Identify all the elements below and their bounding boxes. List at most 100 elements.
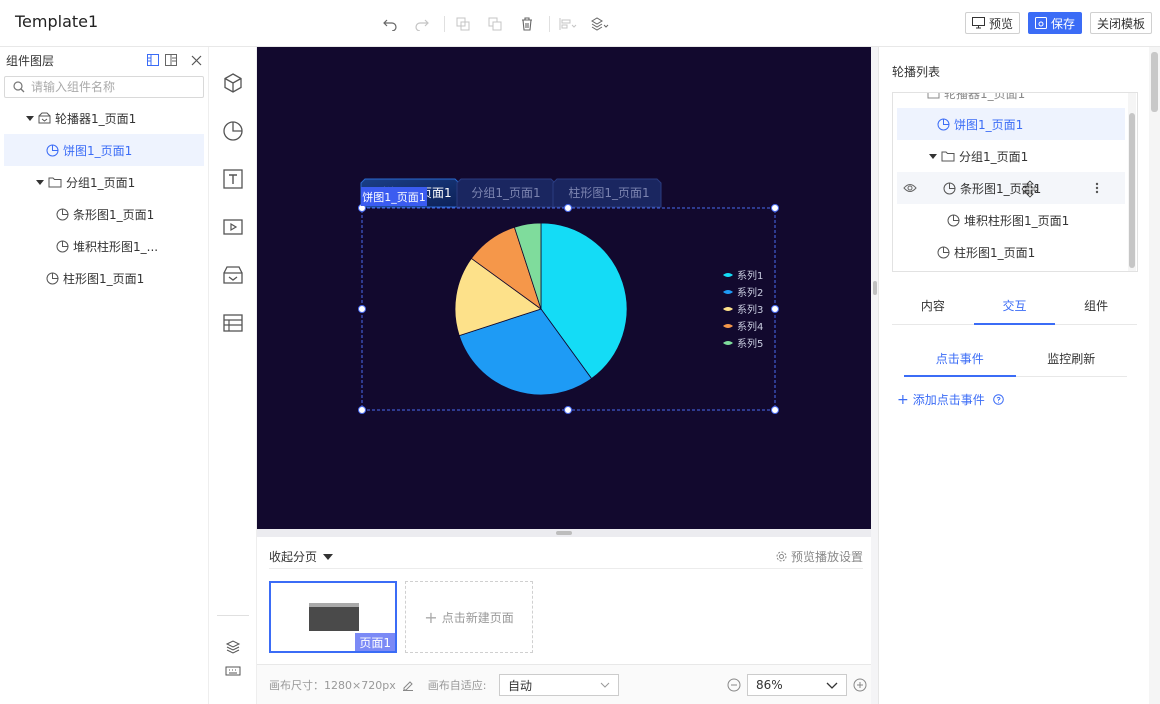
more-icon[interactable]	[1095, 182, 1099, 194]
collapse-pages-label: 收起分页	[269, 550, 318, 564]
resize-handle[interactable]	[771, 204, 779, 212]
keyboard-icon[interactable]	[221, 659, 245, 683]
scroll-thumb[interactable]	[1129, 113, 1135, 268]
carousel-list-item[interactable]: 轮播器1_页面1	[897, 93, 1125, 109]
right-panel-scrollbar[interactable]	[1149, 47, 1160, 704]
toolbar-icons	[380, 14, 622, 34]
chart-icon[interactable]	[221, 119, 245, 143]
media-icon[interactable]	[221, 215, 245, 239]
resize-handle[interactable]	[771, 305, 779, 313]
carousel-list-item[interactable]: 饼图1_页面1	[897, 108, 1125, 140]
collapse-pages-button[interactable]: 收起分页	[269, 548, 334, 565]
selected-component-label: 饼图1_页面1	[362, 190, 426, 204]
subtab-monitor-refresh[interactable]: 监控刷新	[1016, 340, 1128, 376]
delete-icon[interactable]	[517, 14, 537, 34]
resize-handle[interactable]	[564, 204, 572, 212]
right-panel: 轮播列表 轮播器1_页面1 饼图1_页面1 分组1_页面1 条形图1_页面1 堆…	[879, 47, 1149, 704]
scroll-thumb[interactable]	[1151, 52, 1158, 112]
layer-item-label: 分组1_页面1	[66, 175, 136, 190]
resize-handle[interactable]	[358, 305, 366, 313]
undo-icon[interactable]	[380, 14, 400, 34]
layers-panel: 组件图层 轮播器1_页面1 饼图1_页面1 分组1_页面1 条形图1_页面1	[0, 47, 208, 704]
resize-grip[interactable]	[873, 281, 877, 295]
tab-interaction[interactable]: 交互	[973, 287, 1056, 325]
carousel-tab-label: 分组1_页面1	[471, 186, 540, 200]
save-button[interactable]: 保存	[1027, 12, 1082, 34]
subtab-click-event[interactable]: 点击事件	[904, 340, 1016, 377]
layout-right-icon[interactable]	[165, 54, 177, 66]
pie-chart-icon	[937, 118, 950, 130]
3d-cube-icon[interactable]	[221, 71, 245, 95]
container-icon[interactable]	[221, 263, 245, 287]
adapt-select[interactable]: 自动	[499, 674, 619, 696]
legend-label: 系列1	[737, 269, 763, 282]
layers-icon[interactable]	[221, 635, 245, 659]
table-icon[interactable]	[221, 311, 245, 335]
layer-item-carousel[interactable]: 轮播器1_页面1	[0, 102, 208, 134]
layer-order-icon[interactable]	[590, 14, 610, 34]
zoom-value: 86%	[756, 678, 783, 692]
close-icon[interactable]	[191, 55, 202, 66]
paste-icon[interactable]	[485, 14, 505, 34]
text-icon[interactable]	[221, 167, 245, 191]
resize-handle[interactable]	[564, 406, 572, 414]
caret-down-icon[interactable]	[929, 152, 937, 160]
legend-label: 系列5	[737, 337, 763, 350]
layer-item-pie[interactable]: 饼图1_页面1	[4, 134, 204, 166]
save-label: 保存	[1050, 16, 1075, 31]
resize-handle[interactable]	[358, 406, 366, 414]
eye-icon[interactable]	[903, 183, 917, 193]
caret-down-icon[interactable]	[26, 114, 34, 122]
layer-item-bar[interactable]: 条形图1_页面1	[0, 198, 208, 230]
page-thumbnail[interactable]: 页面1	[269, 581, 397, 653]
layer-item-stacked[interactable]: 堆积柱形图1_...	[0, 230, 208, 262]
zoom-control: 86%	[727, 674, 867, 696]
panel-resizer[interactable]	[871, 47, 879, 704]
resize-handle[interactable]	[771, 406, 779, 414]
carousel-list-item[interactable]: 柱形图1_页面1	[897, 236, 1125, 268]
add-click-event-button[interactable]: + 添加点击事件	[897, 391, 1004, 408]
preview-settings-button[interactable]: 预览播放设置	[776, 548, 863, 565]
zoom-in-icon[interactable]	[853, 678, 867, 692]
help-icon[interactable]	[992, 394, 1004, 405]
pie-chart[interactable]	[454, 222, 628, 396]
legend-marker	[723, 341, 733, 345]
edit-icon[interactable]	[402, 679, 414, 691]
caret-down-icon[interactable]	[36, 178, 44, 186]
zoom-select[interactable]: 86%	[747, 674, 847, 696]
folder-icon	[48, 177, 62, 188]
copy-icon[interactable]	[453, 14, 473, 34]
layer-search	[4, 76, 204, 98]
carousel-list-scrollbar[interactable]	[1128, 93, 1136, 271]
search-input[interactable]	[31, 80, 191, 94]
tab-content[interactable]: 内容	[892, 287, 974, 324]
layer-item-group[interactable]: 分组1_页面1	[0, 166, 208, 198]
plus-icon: +	[424, 607, 438, 627]
carousel-list-item[interactable]: 堆积柱形图1_页面1	[897, 204, 1125, 236]
new-page-button[interactable]: + 点击新建页面	[405, 581, 533, 653]
carousel-list-item[interactable]: 条形图1_页面1	[897, 172, 1125, 204]
layer-item-column[interactable]: 柱形图1_页面1	[0, 262, 208, 294]
folder-icon	[941, 151, 955, 162]
legend-marker	[723, 290, 733, 294]
preview-label: 预览	[988, 16, 1013, 31]
layers-title: 组件图层	[6, 53, 55, 68]
toolbar-divider	[549, 16, 550, 32]
add-click-event-label: 添加点击事件	[912, 393, 985, 407]
close-template-button[interactable]: 关闭模板	[1089, 12, 1152, 34]
canvas-h-scrollbar[interactable]	[257, 529, 871, 537]
redo-icon[interactable]	[412, 14, 432, 34]
pie-chart-icon	[943, 182, 956, 194]
app-title: Template1	[15, 12, 99, 31]
preview-button[interactable]: 预览	[964, 12, 1020, 34]
zoom-out-icon[interactable]	[727, 678, 741, 692]
carousel-list-item[interactable]: 分组1_页面1	[897, 140, 1125, 172]
legend-marker	[723, 324, 733, 328]
align-icon[interactable]	[558, 14, 578, 34]
legend-label: 系列3	[737, 303, 763, 316]
tab-component[interactable]: 组件	[1055, 287, 1137, 324]
design-canvas[interactable]: 饼图1_页面1 分组1_页面1 柱形图1_页面1 饼图1_页面1 系列1系列2系…	[257, 47, 871, 529]
layout-left-icon[interactable]	[147, 54, 159, 66]
carousel-list-label: 分组1_页面1	[959, 149, 1029, 164]
scroll-thumb[interactable]	[556, 531, 572, 535]
